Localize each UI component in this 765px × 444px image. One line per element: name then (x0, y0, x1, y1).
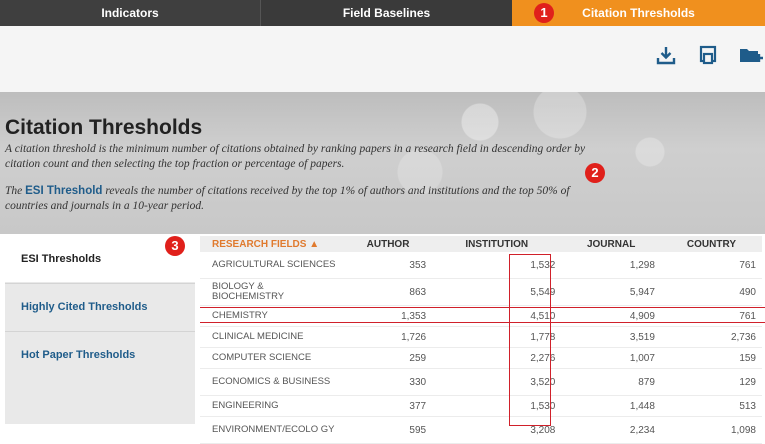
folder-add-icon[interactable] (738, 44, 764, 66)
chemistry-row-highlight-top (200, 307, 765, 308)
esi-threshold-link[interactable]: ESI Threshold (25, 185, 102, 197)
column-header-country[interactable]: COUNTRY (660, 236, 762, 252)
esi-prefix: The (5, 185, 26, 197)
country-value: 490 (660, 278, 762, 306)
top-tab-bar: Indicators Field Baselines Citation Thre… (0, 0, 765, 26)
field-name[interactable]: ECONOMICS & BUSINESS (200, 368, 344, 396)
column-header-journal[interactable]: JOURNAL (561, 236, 661, 252)
field-name[interactable]: ENGINEERING (200, 395, 344, 417)
author-value: 1,726 (344, 326, 433, 348)
tab-indicators[interactable]: Indicators (0, 0, 260, 26)
author-value: 863 (344, 278, 433, 306)
table-row: CHEMISTRY 1,353 4,510 4,909 761 (200, 305, 762, 327)
field-name[interactable]: ENVIRONMENT/ECOLO GY (200, 416, 344, 444)
journal-value: 1,007 (561, 347, 661, 369)
country-value: 2,736 (660, 326, 762, 348)
country-value: 513 (660, 395, 762, 417)
esi-description: The ESI Threshold reveals the number of … (5, 184, 595, 214)
author-value: 595 (344, 416, 433, 444)
field-name[interactable]: AGRICULTURAL SCIENCES (200, 252, 344, 279)
download-icon[interactable] (655, 44, 677, 66)
description-text: A citation threshold is the minimum numb… (5, 143, 586, 170)
thresholds-table-container: RESEARCH FIELDS ▲ AUTHOR INSTITUTION JOU… (200, 236, 765, 444)
print-icon[interactable] (697, 44, 719, 66)
journal-value: 879 (561, 368, 661, 396)
author-value: 377 (344, 395, 433, 417)
field-name[interactable]: BIOLOGY & BIOCHEMISTRY (200, 278, 344, 306)
field-name[interactable]: CHEMISTRY (200, 305, 344, 327)
country-value: 159 (660, 347, 762, 369)
country-value: 129 (660, 368, 762, 396)
field-name[interactable]: COMPUTER SCIENCE (200, 347, 344, 369)
thresholds-table: RESEARCH FIELDS ▲ AUTHOR INSTITUTION JOU… (200, 236, 762, 444)
toolbar (0, 26, 765, 93)
field-name[interactable]: CLINICAL MEDICINE (200, 326, 344, 348)
journal-value: 4,909 (561, 305, 661, 327)
institution-value: 3,520 (432, 368, 562, 396)
author-value: 1,353 (344, 305, 433, 327)
journal-value: 5,947 (561, 278, 661, 306)
institution-value: 2,276 (432, 347, 562, 369)
table-row: AGRICULTURAL SCIENCES 353 1,532 1,298 76… (200, 252, 762, 279)
page-title: Citation Thresholds (5, 116, 203, 139)
table-row: ENVIRONMENT/ECOLO GY 595 3,208 2,234 1,0… (200, 416, 762, 444)
table-row: ENGINEERING 377 1,530 1,448 513 (200, 395, 762, 417)
country-value: 761 (660, 305, 762, 327)
institution-value: 3,208 (432, 416, 562, 444)
country-value: 761 (660, 252, 762, 279)
journal-value: 1,298 (561, 252, 661, 279)
author-value: 353 (344, 252, 433, 279)
table-row: BIOLOGY & BIOCHEMISTRY 863 5,549 5,947 4… (200, 278, 762, 306)
table-row: ECONOMICS & BUSINESS 330 3,520 879 129 (200, 368, 762, 396)
chemistry-row-highlight-bottom (200, 322, 765, 323)
table-row: COMPUTER SCIENCE 259 2,276 1,007 159 (200, 347, 762, 369)
author-value: 330 (344, 368, 433, 396)
author-value: 259 (344, 347, 433, 369)
institution-value: 1,530 (432, 395, 562, 417)
journal-value: 1,448 (561, 395, 661, 417)
journal-value: 3,519 (561, 326, 661, 348)
table-row: CLINICAL MEDICINE 1,726 1,778 3,519 2,73… (200, 326, 762, 348)
institution-value: 5,549 (432, 278, 562, 306)
sidebar-item-hot-paper-thresholds[interactable]: Hot Paper Thresholds (5, 331, 195, 377)
threshold-sidebar: ESI Thresholds Highly Cited Thresholds H… (5, 236, 195, 424)
journal-value: 2,234 (561, 416, 661, 444)
annotation-badge-3: 3 (165, 236, 185, 256)
tab-field-baselines[interactable]: Field Baselines (260, 0, 512, 26)
column-header-research-fields[interactable]: RESEARCH FIELDS ▲ (200, 236, 344, 252)
institution-value: 1,778 (432, 326, 562, 348)
institution-value: 4,510 (432, 305, 562, 327)
column-header-author[interactable]: AUTHOR (344, 236, 433, 252)
sidebar-item-highly-cited-thresholds[interactable]: Highly Cited Thresholds (5, 283, 195, 329)
institution-value: 1,532 (432, 252, 562, 279)
annotation-badge-1: 1 (534, 3, 554, 23)
annotation-badge-2: 2 (585, 163, 605, 183)
country-value: 1,098 (660, 416, 762, 444)
column-header-institution[interactable]: INSTITUTION (432, 236, 562, 252)
